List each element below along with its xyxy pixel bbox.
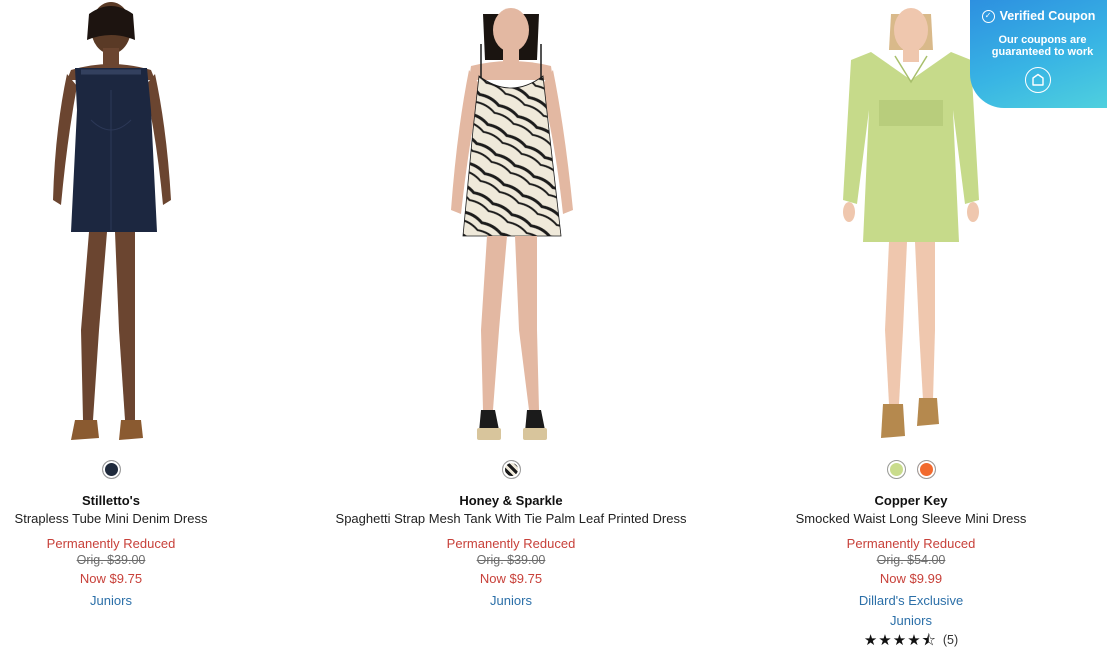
color-swatches [731,460,1091,479]
color-swatch-navy[interactable] [101,460,121,479]
verified-coupon-widget[interactable]: ✓ Verified Coupon Our coupons are guaran… [970,0,1107,108]
original-price: Orig. $39.00 [476,553,546,567]
product-grid: Stilletto's Strapless Tube Mini Denim Dr… [0,0,1107,655]
category-link[interactable]: Juniors [0,593,291,608]
current-price: Now $9.99 [879,571,943,586]
product-title[interactable]: Spaghetti Strap Mesh Tank With Tie Palm … [331,511,691,526]
coupon-title: Verified Coupon [999,9,1096,23]
coupon-header: ✓ Verified Coupon [970,9,1107,23]
color-swatches [0,460,291,479]
color-swatch-orange[interactable] [916,460,936,479]
check-circle-icon: ✓ [981,9,995,23]
current-price: Now $9.75 [479,571,543,586]
product-card[interactable]: Stilletto's Strapless Tube Mini Denim Dr… [0,0,291,655]
product-rating[interactable]: ★★★★⯪ (5) [731,632,1091,648]
category-link[interactable]: Juniors [331,593,691,608]
sale-badge: Permanently Reduced [846,536,976,551]
product-image[interactable] [331,0,691,450]
category-link[interactable]: Juniors [731,613,1091,628]
original-price: Orig. $54.00 [876,553,946,567]
product-card[interactable]: Honey & Sparkle Spaghetti Strap Mesh Tan… [331,0,691,655]
color-swatch-lime[interactable] [886,460,906,479]
product-brand[interactable]: Honey & Sparkle [331,493,691,508]
product-brand[interactable]: Copper Key [731,493,1091,508]
coupon-tag-icon[interactable] [1025,67,1051,93]
sale-badge: Permanently Reduced [446,536,576,551]
original-price: Orig. $39.00 [76,553,146,567]
color-swatch-palm-print[interactable] [501,460,521,479]
current-price: Now $9.75 [79,571,143,586]
star-rating-icon: ★★★★⯪ [863,631,937,649]
color-swatches [331,460,691,479]
exclusive-link[interactable]: Dillard's Exclusive [731,593,1091,608]
product-title[interactable]: Smocked Waist Long Sleeve Mini Dress [731,511,1091,526]
coupon-subtitle: Our coupons are guaranteed to work [991,34,1094,58]
sale-badge: Permanently Reduced [46,536,176,551]
review-count: (5) [942,633,959,647]
product-image[interactable] [0,0,291,450]
product-title[interactable]: Strapless Tube Mini Denim Dress [0,511,291,526]
product-brand[interactable]: Stilletto's [0,493,291,508]
